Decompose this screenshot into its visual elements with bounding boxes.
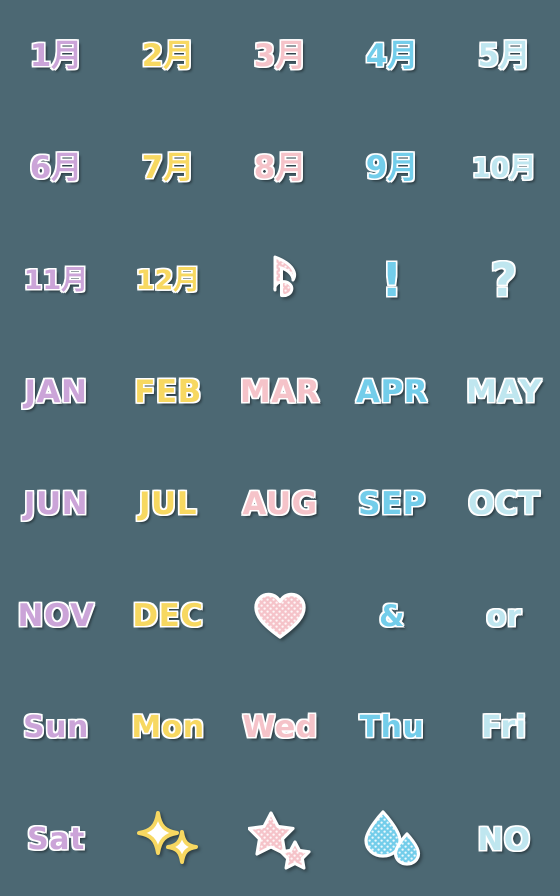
sticker-cell-may-jp[interactable]: 5月 [448, 0, 560, 112]
sticker-cell-sep-en[interactable]: SEP [336, 448, 448, 560]
sticker-cell-sun[interactable]: Sun [0, 672, 112, 784]
sticker-label-wed: Wed [242, 710, 318, 745]
sticker-cell-aug-en[interactable]: AUG [224, 448, 336, 560]
sticker-cell-mon[interactable]: Mon [112, 672, 224, 784]
sticker-cell-sparkles[interactable] [112, 784, 224, 896]
sticker-label-or: or [486, 598, 522, 633]
sticker-cell-sep-jp[interactable]: 9月 [336, 112, 448, 224]
sticker-cell-jan-en[interactable]: JAN [0, 336, 112, 448]
sticker-label-may-en: MAY [466, 373, 542, 410]
droplets-icon [362, 809, 422, 871]
sticker-label-sat: Sat [27, 822, 85, 857]
sticker-cell-nov-jp[interactable]: 11月 [0, 224, 112, 336]
sticker-label-no: NO [477, 821, 531, 858]
sticker-cell-heart[interactable] [224, 560, 336, 672]
sticker-cell-sat[interactable]: Sat [0, 784, 112, 896]
sticker-label-oct-jp: 10月 [471, 152, 537, 184]
sticker-label-mar-jp: 3月 [253, 37, 307, 74]
sticker-label-nov-en: NOV [17, 597, 95, 634]
emoji-sticker-sheet: 1月 2月 3月 4月 5月 6月 7月 8月 9月 10月 11月 12月!? JAN FEB MAR AP… [0, 0, 560, 896]
sticker-cell-apr-en[interactable]: APR [336, 336, 448, 448]
sticker-label-dec-en: DEC [132, 597, 204, 634]
sticker-label-mar-en: MAR [239, 373, 321, 410]
sticker-cell-mar-jp[interactable]: 3月 [224, 0, 336, 112]
sticker-cell-jun-jp[interactable]: 6月 [0, 112, 112, 224]
sticker-cell-nov-en[interactable]: NOV [0, 560, 112, 672]
sticker-cell-thu[interactable]: Thu [336, 672, 448, 784]
sticker-label-dec-jp: 12月 [135, 264, 201, 296]
sticker-label-exclamation: ! [381, 253, 403, 307]
sticker-cell-oct-en[interactable]: OCT [448, 448, 560, 560]
sticker-label-fri: Fri [481, 710, 527, 745]
sticker-cell-no[interactable]: NO [448, 784, 560, 896]
sticker-cell-apr-jp[interactable]: 4月 [336, 0, 448, 112]
sticker-cell-aug-jp[interactable]: 8月 [224, 112, 336, 224]
sticker-cell-stars[interactable] [224, 784, 336, 896]
sticker-label-aug-jp: 8月 [253, 149, 307, 186]
sticker-label-jun-jp: 6月 [29, 149, 83, 186]
sticker-label-nov-jp: 11月 [23, 264, 89, 296]
sticker-cell-may-en[interactable]: MAY [448, 336, 560, 448]
sticker-cell-droplets[interactable] [336, 784, 448, 896]
sticker-label-oct-en: OCT [468, 485, 540, 522]
sticker-cell-ampersand[interactable]: & [336, 560, 448, 672]
sticker-label-thu: Thu [359, 710, 425, 745]
sticker-cell-mar-en[interactable]: MAR [224, 336, 336, 448]
sticker-cell-music-note[interactable] [224, 224, 336, 336]
sticker-label-ampersand: & [379, 598, 405, 633]
sticker-label-jul-jp: 7月 [141, 149, 195, 186]
sticker-cell-jul-en[interactable]: JUL [112, 448, 224, 560]
sticker-label-sun: Sun [23, 710, 89, 745]
sticker-label-feb-jp: 2月 [141, 37, 195, 74]
sticker-cell-dec-jp[interactable]: 12月 [112, 224, 224, 336]
sticker-label-apr-jp: 4月 [365, 37, 419, 74]
sticker-cell-jul-jp[interactable]: 7月 [112, 112, 224, 224]
heart-icon [254, 592, 306, 640]
sticker-label-sep-jp: 9月 [365, 149, 419, 186]
sticker-cell-exclamation[interactable]: ! [336, 224, 448, 336]
sparkles-icon [137, 810, 199, 870]
sticker-label-question: ? [490, 253, 518, 307]
sticker-label-may-jp: 5月 [477, 37, 531, 74]
sticker-cell-feb-jp[interactable]: 2月 [112, 0, 224, 112]
sticker-label-feb-en: FEB [134, 373, 202, 410]
sticker-label-apr-en: APR [355, 373, 429, 410]
sticker-cell-oct-jp[interactable]: 10月 [448, 112, 560, 224]
sticker-cell-dec-en[interactable]: DEC [112, 560, 224, 672]
sticker-label-jun-en: JUN [23, 485, 89, 522]
sticker-cell-question[interactable]: ? [448, 224, 560, 336]
sticker-cell-feb-en[interactable]: FEB [112, 336, 224, 448]
sticker-cell-jan-jp[interactable]: 1月 [0, 0, 112, 112]
sticker-label-jul-en: JUL [139, 485, 197, 522]
sticker-label-jan-jp: 1月 [29, 37, 83, 74]
sticker-cell-or[interactable]: or [448, 560, 560, 672]
sticker-cell-wed[interactable]: Wed [224, 672, 336, 784]
sticker-label-sep-en: SEP [358, 485, 426, 522]
sticker-cell-jun-en[interactable]: JUN [0, 448, 112, 560]
sticker-label-mon: Mon [131, 710, 205, 745]
sticker-cell-fri[interactable]: Fri [448, 672, 560, 784]
sticker-label-jan-en: JAN [24, 373, 88, 410]
music-note-icon [260, 253, 300, 307]
stars-icon [248, 809, 312, 871]
sticker-label-aug-en: AUG [242, 485, 318, 522]
